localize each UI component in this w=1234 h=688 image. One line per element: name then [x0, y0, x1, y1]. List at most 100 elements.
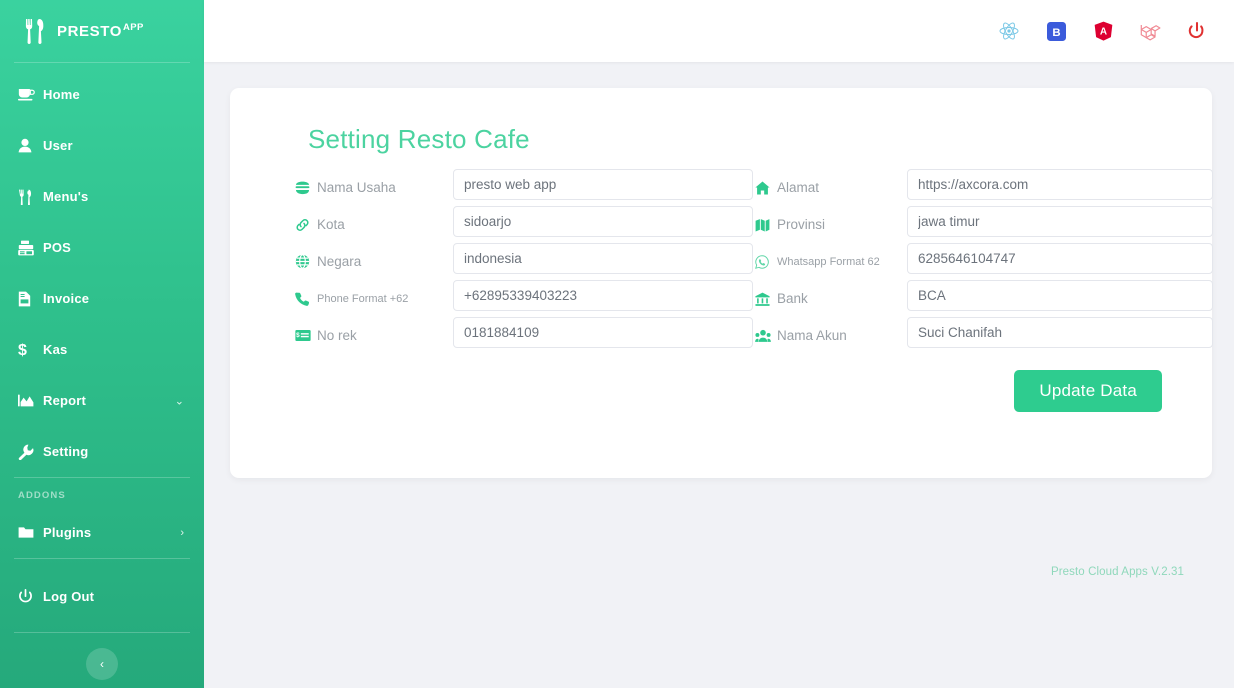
field-kota — [453, 206, 755, 243]
no-rek-input[interactable] — [453, 317, 753, 348]
sidebar-item-report[interactable]: Report ⌄ — [0, 375, 204, 426]
chevron-right-icon[interactable]: › — [180, 527, 184, 539]
sidebar-item-setting[interactable]: Setting — [0, 426, 204, 477]
kota-input[interactable] — [453, 206, 753, 237]
label-text: Kota — [317, 217, 345, 232]
map-icon — [755, 218, 771, 232]
form-actions: Update Data — [270, 370, 1162, 412]
sidebar-item-label: Plugins — [43, 525, 92, 540]
svg-text:B: B — [1052, 26, 1060, 38]
utensils-icon — [18, 189, 38, 205]
sidebar-item-label: Home — [43, 87, 80, 102]
sidebar-item-logout[interactable]: Log Out — [0, 571, 204, 622]
label-text: Nama Usaha — [317, 180, 396, 195]
home-icon — [755, 181, 771, 195]
label-text: Provinsi — [777, 217, 826, 232]
page-title: Setting Resto Cafe — [308, 124, 530, 154]
bank-input[interactable] — [907, 280, 1213, 311]
burger-icon — [295, 181, 311, 195]
field-alamat — [907, 169, 1215, 206]
sidebar-collapse-button[interactable]: ‹ — [86, 648, 118, 680]
app-root: PRESTOAPP Home User Menu's POS Invoice $… — [0, 0, 1234, 688]
cash-register-icon — [18, 240, 38, 256]
chevron-left-icon: ‹ — [100, 657, 104, 671]
sidebar-divider-bottom — [14, 632, 190, 633]
sidebar-item-user[interactable]: User — [0, 120, 204, 171]
label-provinsi: Provinsi — [755, 206, 907, 243]
sidebar: PRESTOAPP Home User Menu's POS Invoice $… — [0, 0, 204, 688]
field-no-rek — [453, 317, 755, 354]
field-phone — [453, 280, 755, 317]
label-text: Negara — [317, 254, 362, 269]
brand-text: PRESTOAPP — [57, 22, 144, 40]
main-area: B A Setting Resto Cafe Nama Usaha presto… — [204, 0, 1234, 688]
negara-input[interactable] — [453, 243, 753, 274]
brand-logo[interactable]: PRESTOAPP — [0, 0, 204, 62]
field-provinsi — [907, 206, 1215, 243]
provinsi-input[interactable] — [907, 206, 1213, 237]
bootstrap-icon[interactable]: B — [1045, 20, 1067, 42]
svg-text:$: $ — [18, 342, 27, 358]
label-bank: Bank — [755, 280, 907, 317]
phone-icon — [295, 292, 311, 306]
sidebar-item-menus[interactable]: Menu's — [0, 171, 204, 222]
sidebar-item-home[interactable]: Home — [0, 69, 204, 120]
field-nama-usaha — [453, 169, 755, 206]
svg-text:$: $ — [296, 332, 300, 339]
user-icon — [18, 138, 38, 153]
field-nama-akun — [907, 317, 1215, 354]
chevron-down-icon[interactable]: ⌄ — [175, 394, 184, 407]
label-text: Nama Akun — [777, 328, 847, 343]
update-data-button[interactable]: Update Data — [1014, 370, 1162, 412]
footer-version: Presto Cloud Apps V.2.31 — [1050, 566, 1184, 578]
brand-name: PRESTO — [57, 23, 123, 40]
field-whatsapp — [907, 243, 1215, 280]
folder-icon — [18, 526, 38, 539]
link-icon — [295, 218, 311, 232]
sidebar-item-label: User — [43, 138, 73, 153]
bank-icon — [755, 292, 771, 306]
svg-text:A: A — [1099, 27, 1106, 38]
whatsapp-icon — [755, 254, 771, 269]
sidebar-item-pos[interactable]: POS — [0, 222, 204, 273]
label-nama-usaha: Nama Usaha — [295, 169, 453, 206]
angular-icon[interactable]: A — [1092, 20, 1114, 42]
sidebar-divider-logout — [14, 558, 190, 559]
label-text: Whatsapp Format 62 — [777, 255, 880, 268]
label-no-rek: $ No rek — [295, 317, 453, 354]
sidebar-item-plugins[interactable]: Plugins › — [0, 507, 204, 558]
money-check-icon: $ — [295, 329, 311, 342]
label-alamat: Alamat — [755, 169, 907, 206]
sidebar-item-label: Menu's — [43, 189, 89, 204]
label-phone: Phone Format +62 — [295, 280, 453, 317]
whatsapp-input[interactable] — [907, 243, 1213, 274]
nama-akun-input[interactable] — [907, 317, 1213, 348]
users-icon — [755, 329, 771, 343]
brand-suffix: APP — [123, 22, 144, 33]
sidebar-item-label: Setting — [43, 444, 89, 459]
label-kota: Kota — [295, 206, 453, 243]
nama-usaha-input[interactable] — [453, 169, 753, 200]
sidebar-nav: Home User Menu's POS Invoice $ Kas Repor… — [0, 63, 204, 633]
alamat-input[interactable] — [907, 169, 1213, 200]
label-nama-akun: Nama Akun — [755, 317, 907, 354]
power-logout-icon[interactable] — [1186, 20, 1208, 42]
react-icon[interactable] — [998, 20, 1020, 42]
sidebar-item-label: Kas — [43, 342, 68, 357]
label-whatsapp: Whatsapp Format 62 — [755, 243, 907, 280]
power-icon — [18, 589, 38, 604]
sidebar-item-kas[interactable]: $ Kas — [0, 324, 204, 375]
chart-area-icon — [18, 394, 38, 407]
sidebar-item-label: Invoice — [43, 291, 90, 306]
laravel-icon[interactable] — [1139, 20, 1161, 42]
phone-input[interactable] — [453, 280, 753, 311]
sidebar-item-label: Report — [43, 393, 87, 408]
sidebar-item-invoice[interactable]: Invoice — [0, 273, 204, 324]
fork-knife-icon — [22, 17, 48, 45]
sidebar-section-addons: ADDONS — [18, 490, 66, 501]
label-text: Phone Format +62 — [317, 292, 409, 305]
content-area: Setting Resto Cafe Nama Usaha presto web… — [204, 62, 1234, 688]
globe-icon — [295, 254, 311, 269]
sidebar-item-label: POS — [43, 240, 72, 255]
settings-form: Nama Usaha Alamat — [295, 169, 1213, 354]
